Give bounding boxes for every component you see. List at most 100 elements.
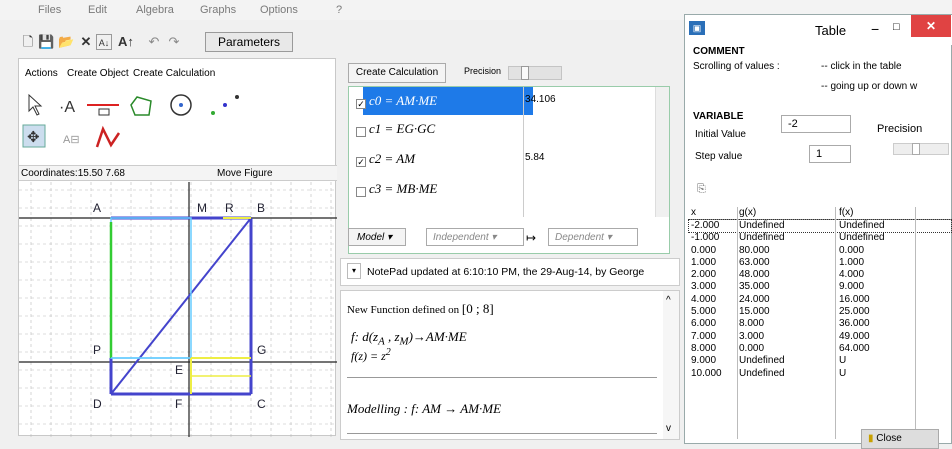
- create-calculation-button[interactable]: Create Calculation: [348, 63, 446, 83]
- values-table[interactable]: x g(x) f(x) -2.000 Undefined Undefined -1.0…: [688, 207, 952, 439]
- point-label-d: D: [93, 397, 102, 411]
- table-row[interactable]: 9.000 Undefined U: [689, 355, 951, 367]
- table-cell: 16.000: [839, 293, 870, 305]
- table-cell: 0.000: [691, 244, 717, 256]
- geometry-panel: Actions Create Object Create Calculation…: [18, 58, 337, 437]
- variable-heading: VARIABLE: [693, 111, 744, 122]
- menu-help[interactable]: ?: [336, 4, 342, 16]
- notepad[interactable]: New Function defined on [0 ; 8] f: d(zA …: [340, 290, 680, 440]
- table-cell: Undefined: [739, 355, 785, 367]
- undo-icon[interactable]: ↶: [146, 34, 162, 50]
- table-cell: 64.000: [839, 342, 870, 354]
- close-door-icon: ▮: [868, 433, 874, 444]
- svg-text:✥: ✥: [27, 129, 40, 146]
- open-folder-icon[interactable]: 📂: [58, 34, 74, 50]
- initial-value-input[interactable]: -2: [781, 115, 851, 133]
- tab-actions[interactable]: Actions: [25, 68, 58, 79]
- parameters-button[interactable]: Parameters: [205, 32, 293, 52]
- close-window-icon[interactable]: ✕: [911, 15, 951, 37]
- point-label-p: P: [93, 343, 101, 357]
- table-row[interactable]: 2.000 48.000 4.000: [689, 269, 951, 281]
- point-label-a: A: [93, 201, 101, 215]
- calc-checkbox-c2[interactable]: ✓: [356, 157, 366, 167]
- menu-files[interactable]: Files: [38, 4, 61, 16]
- dependent-dropdown[interactable]: Dependent ▾: [548, 228, 638, 246]
- table-row[interactable]: -2.000 Undefined Undefined: [688, 218, 952, 234]
- save-icon[interactable]: 💾: [38, 34, 54, 50]
- table-cell: 9.000: [691, 355, 717, 367]
- menu-graphs[interactable]: Graphs: [200, 4, 236, 16]
- new-file-icon[interactable]: 🗋: [20, 34, 36, 50]
- tab-create-calculation[interactable]: Create Calculation: [133, 68, 215, 79]
- table-cell: 8.000: [739, 318, 765, 330]
- table-cell: 3.000: [691, 281, 717, 293]
- point-tool-icon: ·A: [59, 99, 75, 116]
- calc-checkbox-c1[interactable]: [356, 127, 366, 137]
- table-row[interactable]: 1.000 63.000 1.000: [689, 257, 951, 269]
- table-cell: 9.000: [839, 281, 865, 293]
- comment-heading: COMMENT: [693, 46, 745, 57]
- menu-algebra[interactable]: Algebra: [136, 4, 174, 16]
- app-icon: ▣: [689, 21, 705, 35]
- table-precision-slider[interactable]: [893, 143, 949, 155]
- table-row[interactable]: -1.000 Undefined Undefined: [689, 232, 951, 244]
- mode-label: Move Figure: [217, 168, 273, 179]
- scrolling-label: Scrolling of values :: [693, 61, 780, 72]
- point-label-c: C: [257, 397, 266, 411]
- table-cell: Undefined: [739, 220, 785, 231]
- precision-slider[interactable]: [508, 66, 562, 80]
- step-value-input[interactable]: 1: [809, 145, 851, 163]
- notepad-scrollbar[interactable]: ^ v: [663, 291, 679, 439]
- font-small-icon[interactable]: A↓: [96, 34, 112, 50]
- table-header-row: x g(x) f(x): [689, 207, 951, 220]
- table-cell: Undefined: [839, 232, 885, 244]
- move-tool-icon: ✥: [22, 124, 46, 148]
- notepad-line1: New Function defined on [0 ; 8]: [347, 301, 494, 316]
- calc-item-c0[interactable]: ✓ c0 = AM·ME 34.106: [349, 87, 655, 115]
- table-row[interactable]: 10.000 Undefined U: [689, 368, 951, 380]
- status-bar: Coordinates:15.50 7.68 Move Figure: [19, 165, 337, 181]
- delete-icon[interactable]: ✕: [78, 34, 94, 50]
- table-row[interactable]: 0.000 80.000 0.000: [689, 245, 951, 257]
- table-cell: 10.000: [691, 367, 722, 379]
- table-cell: 63.000: [739, 256, 770, 268]
- calc-checkbox-c0[interactable]: ✓: [356, 99, 366, 109]
- table-row[interactable]: 6.000 8.000 36.000: [689, 318, 951, 330]
- table-row[interactable]: 5.000 15.000 25.000: [689, 306, 951, 318]
- table-cell: 0.000: [739, 342, 765, 354]
- table-row[interactable]: 7.000 3.000 49.000: [689, 331, 951, 343]
- menu-options[interactable]: Options: [260, 4, 298, 16]
- redo-icon[interactable]: ↷: [166, 34, 182, 50]
- point-label-f: F: [175, 397, 182, 411]
- table-row[interactable]: 8.000 0.000 64.000: [689, 343, 951, 355]
- copy-icon[interactable]: ⎘: [697, 183, 706, 196]
- table-cell: U: [839, 367, 847, 379]
- calc-item-c1[interactable]: c1 = EG·GC: [349, 115, 655, 143]
- collapse-icon[interactable]: ▾: [347, 263, 361, 279]
- table-cell: 4.000: [839, 269, 865, 281]
- model-dropdown[interactable]: Model ▾: [348, 228, 406, 246]
- table-row[interactable]: 3.000 35.000 9.000: [689, 281, 951, 293]
- modelling-text: Modelling : f: AM → AM·ME: [347, 401, 502, 416]
- list-scrollbar[interactable]: [655, 87, 669, 217]
- calc-item-c3[interactable]: c3 = MB·ME: [349, 175, 655, 203]
- table-cell: Undefined: [739, 367, 785, 379]
- table-cell: 4.000: [691, 293, 717, 305]
- tool-palette: ·A ✥ A⊟: [22, 93, 239, 148]
- geometry-canvas[interactable]: A M R B P G E D F C: [19, 182, 337, 437]
- table-title-bar[interactable]: ▣ Table − □ ✕: [685, 15, 952, 45]
- font-large-icon[interactable]: A↑: [118, 34, 134, 50]
- arrow-right-icon: ↦: [526, 231, 537, 245]
- calc-checkbox-c3[interactable]: [356, 187, 366, 197]
- table-close-button[interactable]: ▮ Close: [861, 429, 939, 449]
- table-row[interactable]: 4.000 24.000 16.000: [689, 294, 951, 306]
- table-cell: 8.000: [691, 342, 717, 354]
- calc-item-c2[interactable]: ✓ c2 = AM 5.84: [349, 145, 655, 173]
- table-window: ▣ Table − □ ✕ COMMENT Scrolling of value…: [684, 14, 952, 449]
- tab-create-object[interactable]: Create Object: [67, 68, 129, 79]
- minimize-icon[interactable]: −: [871, 21, 879, 37]
- table-cell: -2.000: [691, 220, 720, 231]
- maximize-icon[interactable]: □: [893, 21, 900, 33]
- menu-edit[interactable]: Edit: [88, 4, 107, 16]
- independent-dropdown[interactable]: Independent ▾: [426, 228, 524, 246]
